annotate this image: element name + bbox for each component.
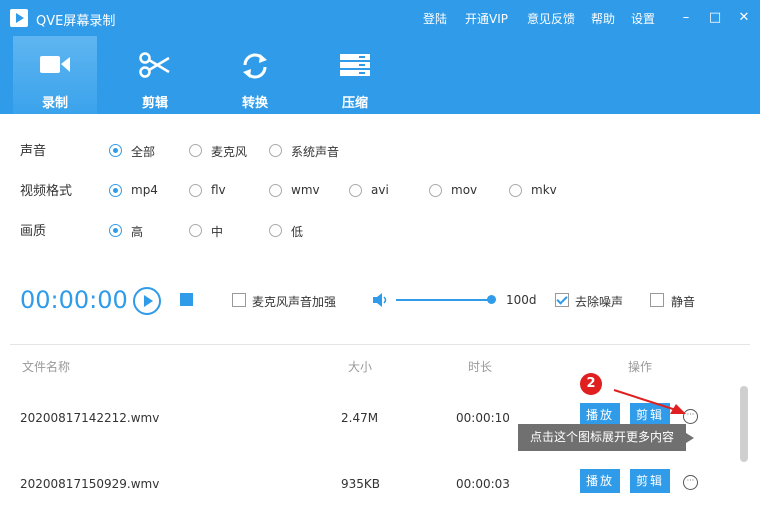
- format-option-label: mp4: [131, 183, 158, 197]
- format-option-label: mkv: [531, 183, 557, 197]
- audio-mic-radio[interactable]: [189, 144, 202, 157]
- convert-arrows-icon: [243, 53, 267, 79]
- help-link[interactable]: 帮助: [591, 10, 615, 27]
- format-option-label: avi: [371, 183, 389, 197]
- tooltip: 点击这个图标展开更多内容: [518, 424, 694, 451]
- audio-option-label: 麦克风: [211, 145, 248, 159]
- quality-option-label: 低: [291, 225, 304, 239]
- file-duration: 00:00:10: [456, 411, 510, 425]
- format-option-label: flv: [211, 183, 226, 197]
- volume-value: 100d: [506, 293, 537, 307]
- tab-label: 转换: [241, 96, 268, 111]
- file-size: 935KB: [341, 477, 381, 491]
- login-link[interactable]: 登陆: [423, 10, 447, 27]
- speaker-icon[interactable]: [372, 292, 388, 308]
- denoise-checkbox[interactable]: [555, 293, 569, 307]
- more-options-icon[interactable]: ···: [683, 475, 698, 490]
- compress-icon: [340, 54, 370, 76]
- column-header-actions: 操作: [628, 360, 653, 374]
- format-avi-radio[interactable]: [349, 184, 362, 197]
- title-bar: QVE屏幕录制 登陆 开通VIP 意见反馈 帮助 设置 – □ ✕: [0, 0, 760, 36]
- recording-timer: 00:00:00: [20, 286, 128, 314]
- audio-label: 声音: [20, 144, 47, 159]
- format-mkv-radio[interactable]: [509, 184, 522, 197]
- table-divider: [10, 344, 750, 345]
- mute-label: 静音: [671, 295, 696, 309]
- edit-button[interactable]: 剪辑: [630, 469, 670, 493]
- format-label: 视频格式: [20, 184, 73, 199]
- vip-link[interactable]: 开通VIP: [465, 10, 508, 27]
- volume-slider-track[interactable]: [396, 299, 492, 301]
- file-duration: 00:00:03: [456, 477, 510, 491]
- quality-label: 画质: [20, 224, 47, 239]
- format-option-label: mov: [451, 183, 478, 197]
- mic-boost-checkbox[interactable]: [232, 293, 246, 307]
- tab-label: 压缩: [341, 96, 368, 111]
- quality-high-radio[interactable]: [109, 224, 122, 237]
- audio-system-radio[interactable]: [269, 144, 282, 157]
- stop-icon[interactable]: [180, 293, 193, 306]
- file-name: 20200817142212.wmv: [20, 411, 160, 425]
- play-button[interactable]: 播放: [580, 469, 620, 493]
- play-icon[interactable]: [133, 287, 161, 315]
- column-header-name: 文件名称: [22, 360, 71, 374]
- format-mov-radio[interactable]: [429, 184, 442, 197]
- column-header-duration: 时长: [468, 360, 493, 374]
- quality-option-label: 高: [131, 225, 144, 239]
- feedback-link[interactable]: 意见反馈: [527, 10, 575, 27]
- quality-low-radio[interactable]: [269, 224, 282, 237]
- volume-slider-knob[interactable]: [487, 295, 496, 304]
- quality-medium-radio[interactable]: [189, 224, 202, 237]
- tab-edit[interactable]: 剪辑: [113, 36, 197, 114]
- scrollbar[interactable]: [740, 386, 748, 462]
- mute-checkbox[interactable]: [650, 293, 664, 307]
- denoise-label: 去除噪声: [575, 295, 624, 309]
- step-badge: 2: [580, 373, 602, 395]
- column-header-size: 大小: [348, 360, 373, 374]
- file-size: 2.47M: [341, 411, 379, 425]
- tool-bar: 录制 剪辑 转换 压缩: [0, 36, 760, 114]
- format-mp4-radio[interactable]: [109, 184, 122, 197]
- quality-option-label: 中: [211, 225, 224, 239]
- format-flv-radio[interactable]: [189, 184, 202, 197]
- tab-convert[interactable]: 转换: [213, 36, 297, 114]
- scissors-icon: [139, 52, 170, 78]
- app-title: QVE屏幕录制: [36, 14, 116, 29]
- settings-link[interactable]: 设置: [631, 10, 655, 27]
- video-camera-icon: [40, 56, 70, 73]
- file-name: 20200817150929.wmv: [20, 477, 160, 491]
- tab-label: 剪辑: [141, 96, 168, 111]
- format-wmv-radio[interactable]: [269, 184, 282, 197]
- close-button[interactable]: ✕: [736, 11, 752, 25]
- audio-all-radio[interactable]: [109, 144, 122, 157]
- tab-compress[interactable]: 压缩: [313, 36, 397, 114]
- audio-option-label: 系统声音: [291, 145, 340, 159]
- tab-record[interactable]: 录制: [13, 36, 97, 114]
- tab-label: 录制: [41, 96, 68, 111]
- annotation-arrow-icon: [613, 389, 686, 414]
- mic-boost-label: 麦克风声音加强: [252, 295, 337, 309]
- format-option-label: wmv: [291, 183, 320, 197]
- audio-option-label: 全部: [131, 145, 156, 159]
- minimize-button[interactable]: –: [678, 11, 694, 25]
- maximize-button[interactable]: □: [707, 11, 723, 25]
- app-logo-icon: [10, 9, 28, 27]
